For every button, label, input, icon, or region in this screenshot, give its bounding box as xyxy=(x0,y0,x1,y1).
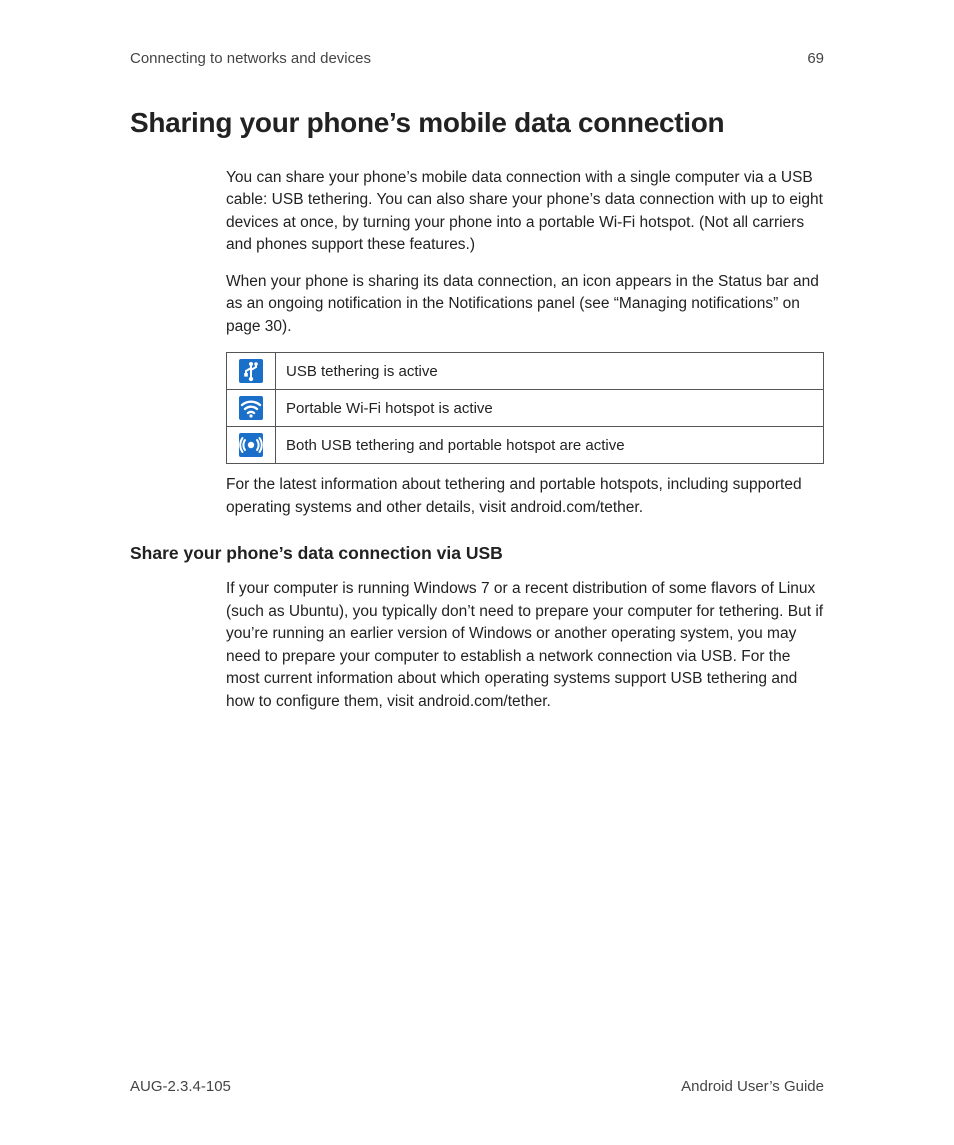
page-title: Sharing your phone’s mobile data connect… xyxy=(130,107,824,139)
icon-cell xyxy=(227,390,276,427)
icon-cell xyxy=(227,427,276,464)
chapter-title: Connecting to networks and devices xyxy=(130,50,371,67)
doc-version: AUG-2.3.4-105 xyxy=(130,1078,231,1095)
page-footer: AUG-2.3.4-105 Android User’s Guide xyxy=(130,1078,824,1095)
table-row: Both USB tethering and portable hotspot … xyxy=(227,427,824,464)
doc-title: Android User’s Guide xyxy=(681,1078,824,1095)
table-note: For the latest information about tetheri… xyxy=(226,474,824,519)
icon-cell xyxy=(227,353,276,390)
document-page: Connecting to networks and devices 69 Sh… xyxy=(0,0,954,1145)
intro-paragraph-2: When your phone is sharing its data conn… xyxy=(226,271,824,338)
usb-section: If your computer is running Windows 7 or… xyxy=(226,578,824,713)
wifi-hotspot-icon xyxy=(239,396,263,420)
page-header: Connecting to networks and devices 69 xyxy=(130,50,824,67)
usb-paragraph: If your computer is running Windows 7 or… xyxy=(226,578,824,713)
page-number: 69 xyxy=(807,50,824,67)
table-row: Portable Wi-Fi hotspot is active xyxy=(227,390,824,427)
icon-description: USB tethering is active xyxy=(276,353,824,390)
status-icon-table: USB tethering is active xyxy=(226,352,824,464)
table-row: USB tethering is active xyxy=(227,353,824,390)
usb-wifi-both-icon xyxy=(239,433,263,457)
icon-description: Portable Wi-Fi hotspot is active xyxy=(276,390,824,427)
intro-paragraph-1: You can share your phone’s mobile data c… xyxy=(226,167,824,257)
usb-tether-icon xyxy=(239,359,263,383)
intro-section: You can share your phone’s mobile data c… xyxy=(226,167,824,519)
subheading: Share your phone’s data connection via U… xyxy=(130,543,824,564)
icon-description: Both USB tethering and portable hotspot … xyxy=(276,427,824,464)
